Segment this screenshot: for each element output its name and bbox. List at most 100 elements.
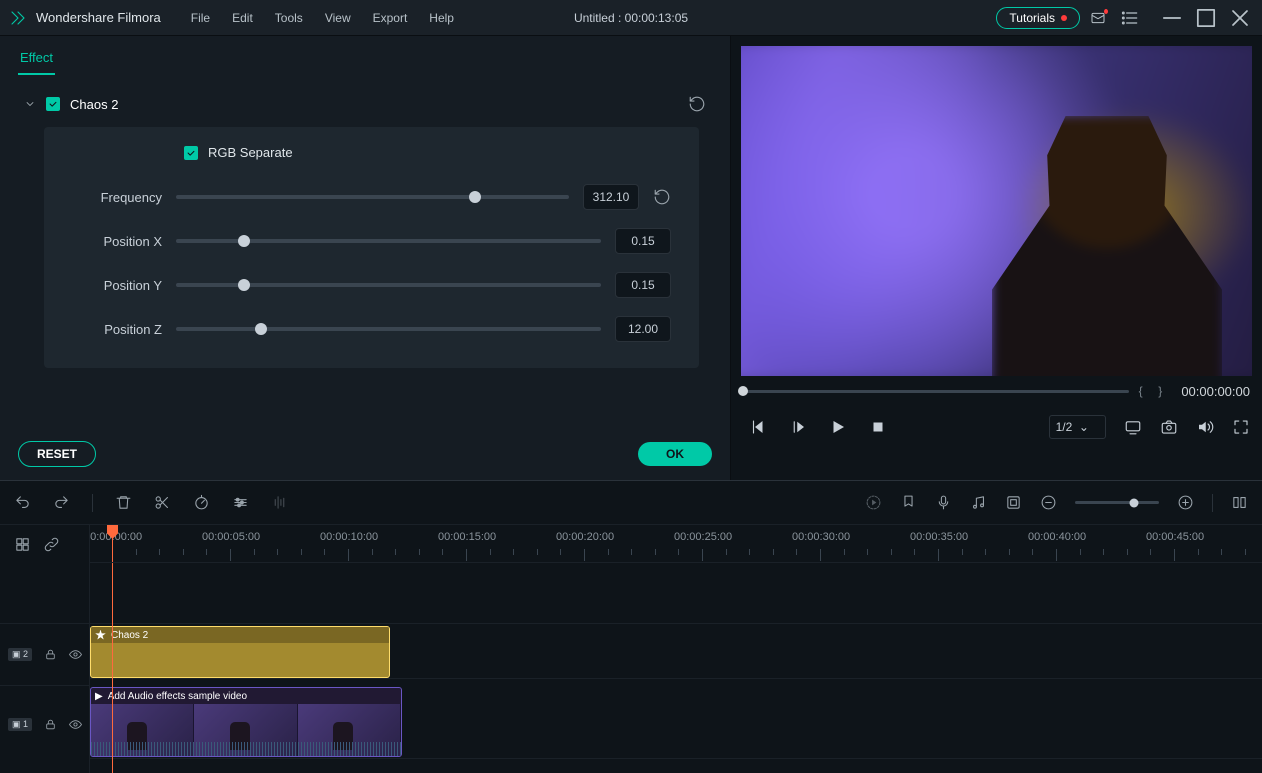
- lock-track-icon[interactable]: [44, 718, 57, 731]
- auto-ripple-icon[interactable]: [43, 536, 60, 553]
- zoom-in-icon[interactable]: [1177, 494, 1194, 511]
- undo-icon[interactable]: [14, 494, 31, 511]
- minimize-button[interactable]: [1158, 8, 1186, 28]
- slider-thumb[interactable]: [469, 191, 481, 203]
- video-track-side: ▣ 1: [0, 685, 89, 763]
- audio-mixer-icon[interactable]: [970, 494, 987, 511]
- timeline-settings-icon[interactable]: [1231, 494, 1248, 511]
- slider-thumb[interactable]: [238, 235, 250, 247]
- notification-dot-icon: [1061, 15, 1067, 21]
- manage-tracks-icon[interactable]: [14, 536, 31, 553]
- tick-label: 00:00:20:00: [556, 531, 614, 543]
- window-controls: [1158, 8, 1254, 28]
- timeline-side: ▣ 2 ▣ 1: [0, 525, 90, 773]
- menu-help[interactable]: Help: [419, 7, 464, 29]
- posz-slider[interactable]: [176, 327, 601, 331]
- close-button[interactable]: [1226, 8, 1254, 28]
- range-brackets-icon[interactable]: { }: [1139, 384, 1166, 398]
- lock-track-icon[interactable]: [44, 648, 57, 661]
- reset-button[interactable]: RESET: [18, 441, 96, 467]
- posz-label: Position Z: [72, 322, 162, 337]
- video-clip[interactable]: ▶ Add Audio effects sample video: [90, 687, 402, 757]
- tutorials-button[interactable]: Tutorials: [996, 7, 1080, 29]
- toggle-visibility-icon[interactable]: [69, 648, 82, 661]
- posy-label: Position Y: [72, 278, 162, 293]
- preview-timecode: 00:00:00:00: [1181, 384, 1250, 399]
- keyframe-icon[interactable]: [1005, 494, 1022, 511]
- posz-value[interactable]: 12.00: [615, 316, 671, 342]
- effect-section-header: Chaos 2: [20, 85, 710, 123]
- app-logo: [8, 8, 28, 28]
- separator: [92, 494, 93, 512]
- app-title: Wondershare Filmora: [36, 10, 161, 25]
- posy-slider[interactable]: [176, 283, 601, 287]
- split-icon[interactable]: [154, 494, 171, 511]
- track-badge-fx: ▣ 2: [8, 648, 32, 661]
- clip-header: Chaos 2: [91, 627, 389, 643]
- timeline-ruler[interactable]: 00:00:00:0000:00:05:0000:00:10:0000:00:1…: [90, 525, 1262, 563]
- effect-clip[interactable]: Chaos 2: [90, 626, 390, 678]
- scrubber-thumb[interactable]: [738, 386, 748, 396]
- menu-tools[interactable]: Tools: [265, 7, 313, 29]
- record-voice-icon[interactable]: [935, 494, 952, 511]
- timeline-tools-left: [14, 494, 288, 512]
- prev-frame-button[interactable]: [749, 418, 767, 436]
- reset-frequency-icon[interactable]: [653, 188, 671, 206]
- toggle-visibility-icon[interactable]: [69, 718, 82, 731]
- frequency-row: Frequency 312.10: [72, 184, 671, 210]
- tick-label: 00:00:15:00: [438, 531, 496, 543]
- chevron-down-icon[interactable]: [24, 98, 36, 110]
- maximize-button[interactable]: [1192, 8, 1220, 28]
- play-button[interactable]: [829, 418, 847, 436]
- track-badge-video: ▣ 1: [8, 718, 32, 731]
- zoom-out-icon[interactable]: [1040, 494, 1057, 511]
- speed-icon[interactable]: [193, 494, 210, 511]
- posx-value[interactable]: 0.15: [615, 228, 671, 254]
- message-icon[interactable]: [1090, 8, 1110, 28]
- zoom-slider-thumb[interactable]: [1129, 498, 1138, 507]
- tick-label: 00:00:05:00: [202, 531, 260, 543]
- timeline-zoom-slider[interactable]: [1075, 501, 1159, 504]
- menu-file[interactable]: File: [181, 7, 220, 29]
- video-track[interactable]: ▶ Add Audio effects sample video: [90, 685, 1262, 759]
- list-icon[interactable]: [1120, 8, 1140, 28]
- timeline-body: ▣ 2 ▣ 1 00:00:00:0000:00:05:0000:00:10:0…: [0, 525, 1262, 773]
- frequency-slider[interactable]: [176, 195, 569, 199]
- effect-enable-checkbox[interactable]: [46, 97, 60, 111]
- stop-button[interactable]: [869, 418, 887, 436]
- preview-scrubber[interactable]: [743, 390, 1129, 393]
- slider-thumb[interactable]: [255, 323, 267, 335]
- reset-section-icon[interactable]: [688, 95, 706, 113]
- menu-view[interactable]: View: [315, 7, 361, 29]
- slider-thumb[interactable]: [238, 279, 250, 291]
- effect-controls: RGB Separate Frequency 312.10 Position X…: [44, 127, 699, 368]
- snapshot-icon[interactable]: [1160, 418, 1178, 436]
- crop-icon[interactable]: [232, 494, 249, 511]
- titlebar: Wondershare Filmora File Edit Tools View…: [0, 0, 1262, 36]
- delete-icon[interactable]: [115, 494, 132, 511]
- video-preview[interactable]: [741, 46, 1252, 376]
- audio-icon[interactable]: [271, 494, 288, 511]
- frequency-value[interactable]: 312.10: [583, 184, 639, 210]
- ok-button[interactable]: OK: [638, 442, 712, 466]
- tab-effect[interactable]: Effect: [18, 46, 55, 75]
- redo-icon[interactable]: [53, 494, 70, 511]
- render-icon[interactable]: [865, 494, 882, 511]
- menubar: File Edit Tools View Export Help: [181, 7, 464, 29]
- fullscreen-icon[interactable]: [1232, 418, 1250, 436]
- posx-slider[interactable]: [176, 239, 601, 243]
- posy-value[interactable]: 0.15: [615, 272, 671, 298]
- notification-dot-icon: [1104, 9, 1108, 14]
- timeline-tools-right: [865, 494, 1248, 512]
- menu-export[interactable]: Export: [363, 7, 418, 29]
- display-settings-icon[interactable]: [1124, 418, 1142, 436]
- rgb-separate-checkbox[interactable]: [184, 146, 198, 160]
- step-back-button[interactable]: [789, 418, 807, 436]
- preview-zoom-select[interactable]: 1/2 ⌄: [1049, 415, 1106, 439]
- rgb-separate-row: RGB Separate: [184, 145, 671, 160]
- volume-icon[interactable]: [1196, 418, 1214, 436]
- timeline-tracks[interactable]: 00:00:00:0000:00:05:0000:00:10:0000:00:1…: [90, 525, 1262, 773]
- marker-icon[interactable]: [900, 494, 917, 511]
- menu-edit[interactable]: Edit: [222, 7, 263, 29]
- effect-track[interactable]: Chaos 2: [90, 623, 1262, 679]
